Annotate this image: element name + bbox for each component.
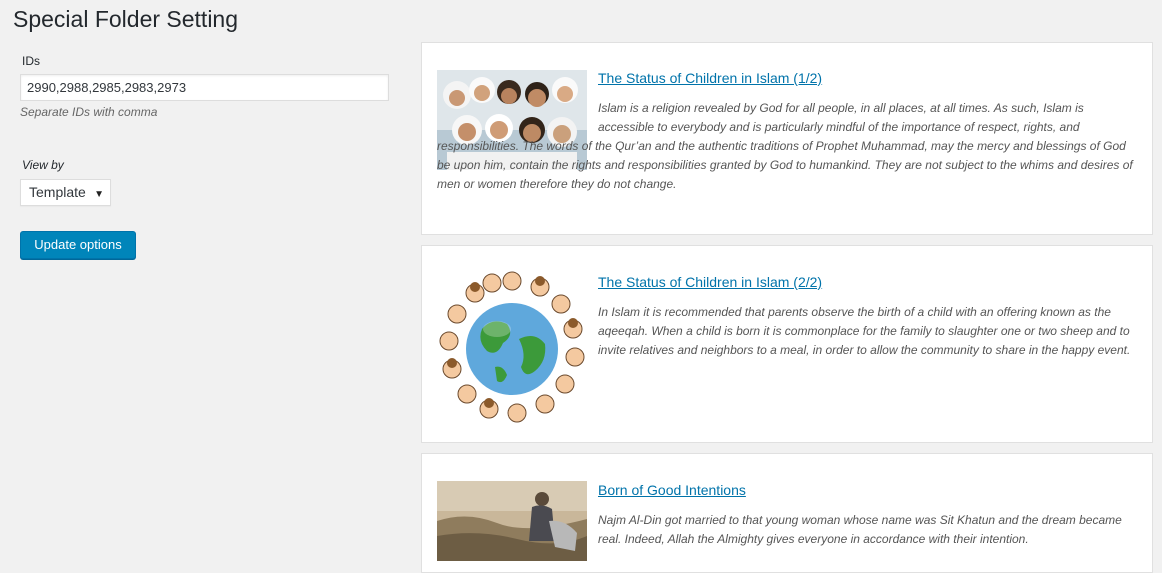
post-excerpt: Islam is a religion revealed by God for … — [437, 99, 1137, 194]
thumbnail-spacer — [437, 43, 598, 119]
post-thumbnail — [437, 269, 587, 424]
ids-hint: Separate IDs with comma — [20, 105, 158, 119]
post-excerpt: Najm Al-Din got married to that young wo… — [598, 513, 1122, 546]
post-card: The Status of Children in Islam (2/2) In… — [421, 245, 1153, 443]
post-thumbnail — [437, 481, 587, 561]
viewby-label: View by — [22, 158, 64, 172]
viewby-select[interactable]: Template ▼ — [20, 179, 111, 206]
viewby-selected-value: Template — [29, 184, 86, 200]
post-title-link[interactable]: The Status of Children in Islam (1/2) — [598, 70, 822, 86]
caret-down-icon: ▼ — [94, 189, 104, 200]
page-title: Special Folder Setting — [13, 6, 239, 32]
post-title-link[interactable]: Born of Good Intentions — [598, 482, 746, 498]
post-excerpt: In Islam it is recommended that parents … — [598, 305, 1131, 357]
post-card: The Status of Children in Islam (1/2) Is… — [421, 42, 1153, 235]
post-card: Born of Good Intentions Najm Al-Din got … — [421, 453, 1153, 573]
update-options-button[interactable]: Update options — [20, 231, 136, 259]
post-title-link[interactable]: The Status of Children in Islam (2/2) — [598, 274, 822, 290]
ids-label: IDs — [22, 54, 40, 68]
ids-input[interactable]: 2990,2988,2985,2983,2973 — [20, 74, 389, 101]
